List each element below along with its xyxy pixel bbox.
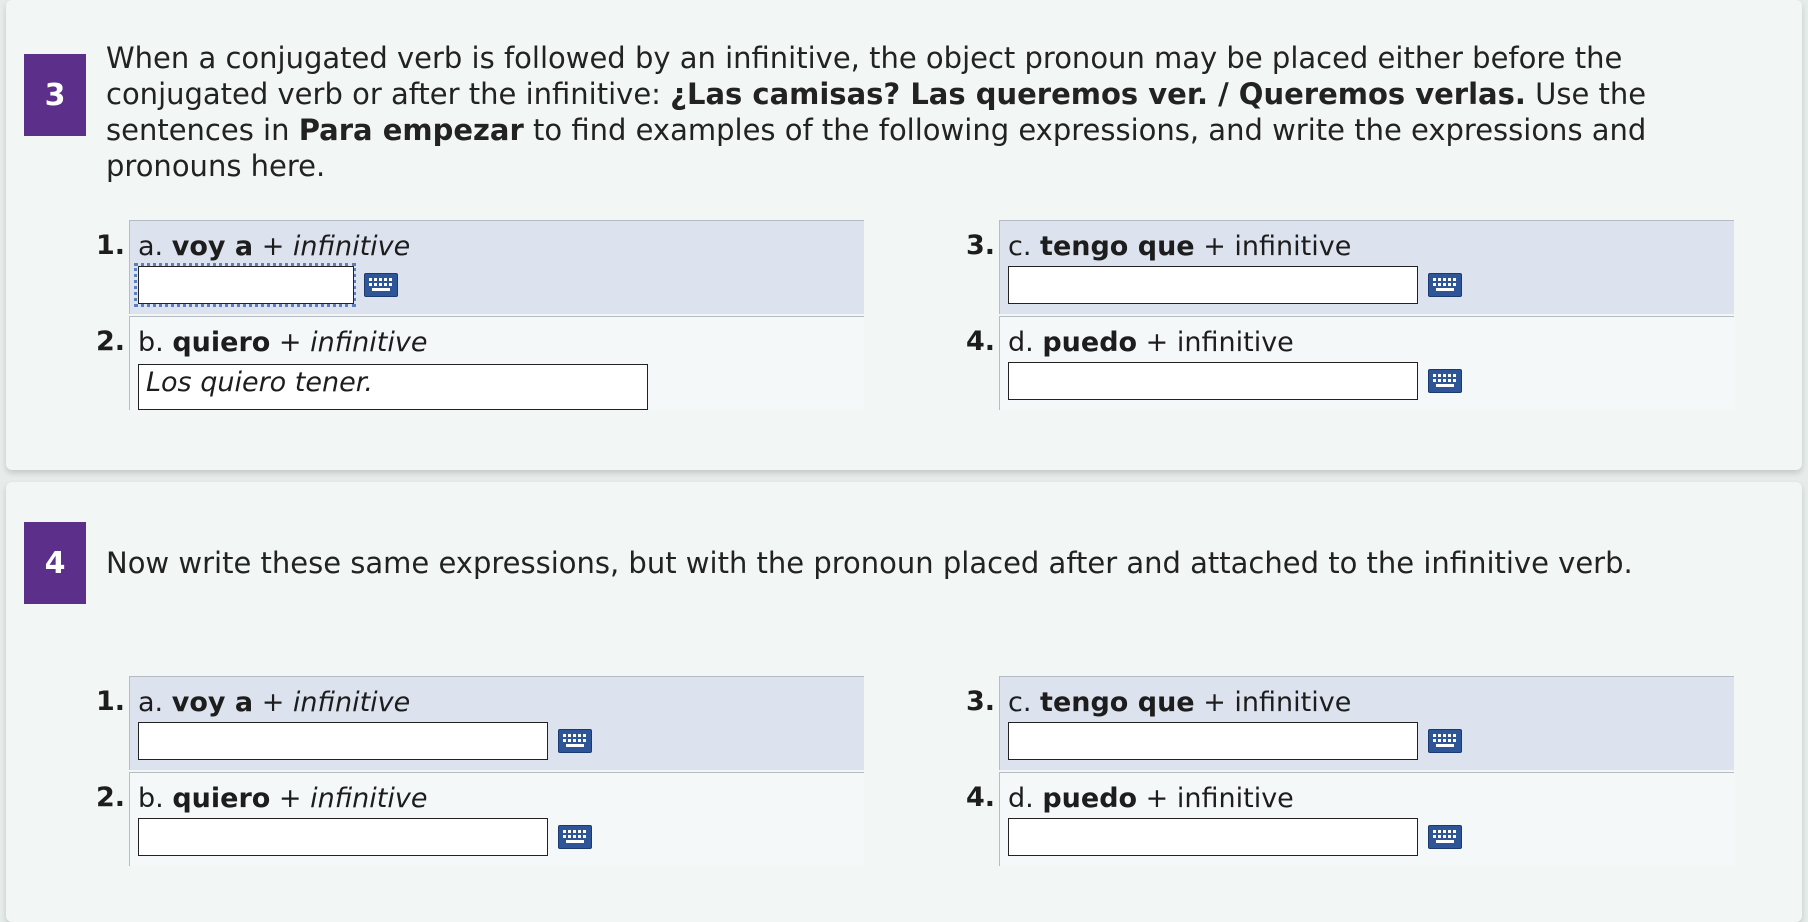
answer-input[interactable] [1008,362,1418,400]
item-box: d. puedo + infinitive [999,772,1734,866]
item-tail: infinitive [310,783,428,814]
answer-input[interactable] [138,722,548,760]
question-number-badge: 4 [24,522,86,604]
item-box: d. puedo + infinitive [999,316,1734,410]
answer-input[interactable]: Los quiero tener. [138,364,648,410]
question-card-4: 4 Now write these same expressions, but … [6,482,1802,922]
exercise-item: 2. b. quiero + infinitive [92,772,864,866]
item-letter: c. [1008,687,1032,718]
item-box: b. quiero + infinitive Los quiero tener. [129,316,864,410]
item-box: c. tengo que + infinitive [999,676,1734,770]
item-letter: a. [138,687,164,718]
keyboard-icon[interactable] [364,273,398,297]
item-number: 2. [95,326,125,357]
item-plus: + [1194,687,1235,718]
item-plus: + [1194,231,1235,262]
item-letter: c. [1008,231,1032,262]
item-box: b. quiero + infinitive [129,772,864,866]
keyboard-icon[interactable] [1428,825,1462,849]
item-tail: infinitive [292,687,411,718]
question-card-3: 3 When a conjugated verb is followed by … [6,0,1802,470]
item-letter: d. [1008,327,1034,358]
question-instruction: Now write these same expressions, but wi… [106,546,1633,580]
answer-input[interactable] [1008,722,1418,760]
item-plus: + [1137,327,1177,358]
instruction-example: ¿Las camisas? Las queremos ver. / Querem… [670,77,1526,111]
item-phrase: quiero [172,783,271,814]
item-letter: b. [138,327,164,358]
answer-input[interactable] [1008,818,1418,856]
item-box: c. tengo que + infinitive [999,220,1734,314]
item-plus: + [270,327,311,358]
answer-input[interactable] [138,818,548,856]
answer-input[interactable] [138,266,354,304]
item-tail: infinitive [1234,687,1352,718]
item-letter: b. [138,783,164,814]
exercise-item: 1. a. voy a + infinitive [92,220,864,314]
item-phrase: tengo que [1040,687,1195,718]
item-tail: infinitive [1176,327,1294,358]
keyboard-icon[interactable] [558,729,592,753]
item-plus: + [270,783,311,814]
item-phrase: voy a [171,687,254,718]
question-instruction: When a conjugated verb is followed by an… [106,40,1772,184]
item-number: 3. [965,230,995,261]
item-number: 1. [95,230,125,261]
exercise-item: 2. b. quiero + infinitive Los quiero ten… [92,316,864,410]
item-phrase: quiero [172,327,271,358]
item-prompt: d. puedo + infinitive [1008,783,1294,815]
item-phrase: puedo [1042,783,1138,814]
item-number: 4. [965,326,995,357]
item-phrase: voy a [171,231,254,262]
exercise-item: 4. d. puedo + infinitive [962,316,1734,410]
item-number: 3. [965,686,995,717]
exercise-item: 4. d. puedo + infinitive [962,772,1734,866]
item-prompt: a. voy a + infinitive [138,687,410,719]
item-number: 2. [95,782,125,813]
keyboard-icon[interactable] [1428,273,1462,297]
item-tail: infinitive [310,327,428,358]
item-box: a. voy a + infinitive [129,220,864,314]
item-prompt: d. puedo + infinitive [1008,327,1294,359]
item-box: a. voy a + infinitive [129,676,864,770]
item-phrase: puedo [1042,327,1138,358]
item-tail: infinitive [1176,783,1294,814]
keyboard-icon[interactable] [1428,369,1462,393]
keyboard-icon[interactable] [558,825,592,849]
instruction-reference: Para empezar [298,113,524,147]
item-phrase: tengo que [1040,231,1195,262]
exercise-item: 3. c. tengo que + infinitive [962,676,1734,770]
item-prompt: b. quiero + infinitive [138,783,427,815]
exercise-item: 3. c. tengo que + infinitive [962,220,1734,314]
item-tail: infinitive [292,231,411,262]
item-prompt: c. tengo que + infinitive [1008,687,1351,719]
item-letter: d. [1008,783,1034,814]
item-number: 4. [965,782,995,813]
item-plus: + [253,687,293,718]
item-tail: infinitive [1234,231,1352,262]
exercise-item: 1. a. voy a + infinitive [92,676,864,770]
question-number-badge: 3 [24,54,86,136]
item-plus: + [1137,783,1177,814]
item-prompt: a. voy a + infinitive [138,231,410,263]
item-number: 1. [95,686,125,717]
item-letter: a. [138,231,164,262]
answer-input[interactable] [1008,266,1418,304]
keyboard-icon[interactable] [1428,729,1462,753]
item-plus: + [253,231,293,262]
item-prompt: c. tengo que + infinitive [1008,231,1351,263]
item-prompt: b. quiero + infinitive [138,327,427,359]
